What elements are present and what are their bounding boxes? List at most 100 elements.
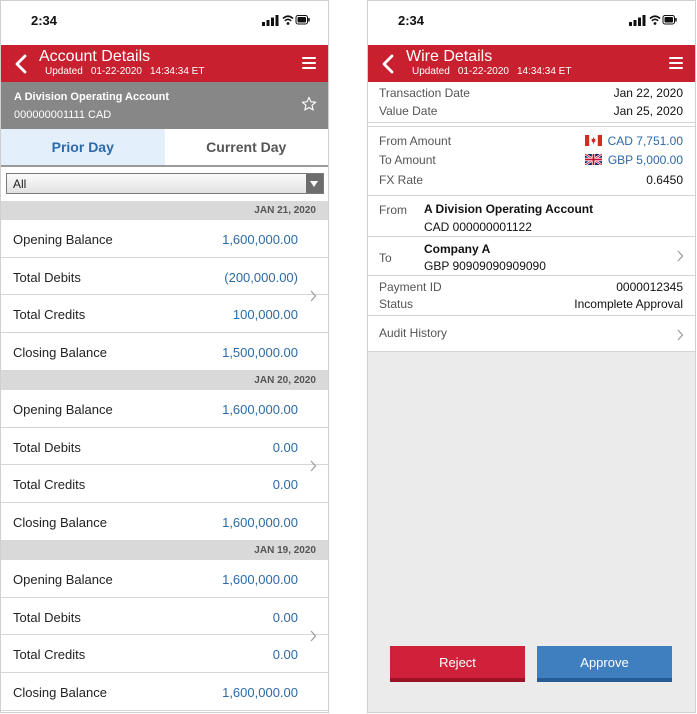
filter-select[interactable]: All [6,173,324,194]
from-amount-text: CAD 7,751.00 [607,134,683,148]
row-label: Total Debits [13,439,81,455]
value-date-label: Value Date [379,104,438,118]
payment-id-label: Payment ID [379,280,442,294]
account-banner: A Division Operating Account 00000000111… [1,82,328,129]
row-amount: 1,600,000.00 [222,402,298,417]
status-label: Status [379,297,414,311]
from-account-name: A Division Operating Account [424,202,594,216]
row-amount: 1,600,000.00 [222,685,298,701]
chevron-down-icon [306,174,323,193]
group-date: JAN 21, 2020 [1,201,328,220]
balance-group-jan-20[interactable]: JAN 20, 2020 Opening Balance 1,600,000.00… [1,371,328,541]
balance-row: Total Credits 100,000.00 [1,295,328,334]
row-label: Total Credits [13,307,86,323]
to-amount-text: GBP 5,000.00 [607,153,683,167]
payment-id-value: 0000012345 [616,280,683,294]
tab-current-day[interactable]: Current Day [164,129,328,165]
chevron-right-icon [677,329,684,341]
status-time: 2:34 [31,13,58,28]
balance-group-jan-19[interactable]: JAN 19, 2020 Opening Balance 1,600,000.00… [1,541,328,711]
account-details-screen: 2:34 Account Details Updated 01-22-2020 14… [0,0,329,713]
audit-history-row[interactable]: Audit History [368,316,695,352]
row-label: Opening Balance [13,572,113,587]
amounts-section: From Amount CAD 7,751.00 To Amount GBP 5… [368,126,695,196]
chevron-right-icon [310,290,317,302]
app-header: Wire Details Updated 01-22-2020 14:34:34 E… [368,45,695,82]
status-bar: 2:34 [1,1,328,45]
group-date: JAN 20, 2020 [1,371,328,390]
page-title: Wire Details [406,48,493,65]
status-time: 2:34 [398,13,425,28]
transaction-date-label: Transaction Date [379,86,470,100]
balance-row: Closing Balance 1,600,000.00 [1,673,328,711]
favorite-star-icon[interactable] [301,96,317,112]
audit-history-label: Audit History [379,326,448,340]
canada-flag-icon [584,135,602,146]
from-account-number: CAD 000000001122 [424,220,532,234]
updated-date: 01-22-2020 [90,66,142,77]
chevron-right-icon [677,250,684,262]
row-label: Total Credits [13,477,86,493]
account-name: A Division Operating Account [14,91,170,103]
group-date: JAN 19, 2020 [1,541,328,560]
balance-row: Opening Balance 1,600,000.00 [1,560,328,598]
balance-row: Total Debits 0.00 [1,598,328,636]
system-status-icons [629,15,677,26]
to-amount-label: To Amount [379,153,436,167]
updated-time: 14:34:34 ET [516,66,572,77]
to-label: To [379,251,392,265]
from-label: From [379,203,407,217]
back-arrow-icon[interactable] [376,51,402,77]
dates-section: Transaction Date Jan 22, 2020 Value Date… [368,82,695,123]
updated-label: Updated [45,66,83,77]
row-label: Total Credits [13,647,86,663]
day-tabs: Prior Day Current Day [1,129,328,167]
row-label: Total Debits [13,269,81,285]
balance-row: Total Debits 0.00 [1,428,328,466]
row-amount: 1,500,000.00 [222,345,298,361]
row-amount: 0.00 [272,477,298,493]
status-bar: 2:34 [368,1,695,45]
balance-row: Closing Balance 1,500,000.00 [1,333,328,371]
updated-label: Updated [412,66,450,77]
value-date-value: Jan 25, 2020 [613,104,683,118]
row-amount: 0.00 [272,439,298,455]
row-label: Closing Balance [13,685,107,701]
hamburger-menu-icon[interactable] [669,57,683,69]
chevron-right-icon [310,460,317,472]
balance-row: Total Credits 0.00 [1,635,328,674]
fx-rate-label: FX Rate [379,173,424,187]
row-amount: 100,000.00 [232,307,298,323]
row-label: Opening Balance [13,232,113,247]
updated-date: 01-22-2020 [457,66,509,77]
row-amount: 1,600,000.00 [222,232,298,247]
page-title: Account Details [39,48,151,65]
to-beneficiary-row[interactable]: To Company A GBP 90909090909090 [368,237,695,276]
row-amount: (200,000.00) [224,269,298,285]
balance-group-jan-21[interactable]: JAN 21, 2020 Opening Balance 1,600,000.00… [1,201,328,371]
account-number: 000000001111 CAD [14,109,112,121]
from-amount-label: From Amount [379,134,452,148]
balance-row: Total Debits (200,000.00) [1,258,328,296]
updated-timestamp: Updated 01-22-2020 14:34:34 ET [412,66,579,78]
balance-row: Opening Balance 1,600,000.00 [1,390,328,428]
beneficiary-name: Company A [424,242,491,256]
hamburger-menu-icon[interactable] [302,57,316,69]
row-label: Closing Balance [13,515,107,531]
reject-button[interactable]: Reject [390,646,525,682]
transaction-date-value: Jan 22, 2020 [613,86,683,100]
row-label: Closing Balance [13,345,107,361]
status-value: Incomplete Approval [574,297,683,311]
uk-flag-icon [584,154,602,165]
approve-button[interactable]: Approve [537,646,672,682]
from-account-section: From A Division Operating Account CAD 00… [368,196,695,237]
back-arrow-icon[interactable] [9,51,35,77]
tab-prior-day[interactable]: Prior Day [1,129,165,165]
from-amount-value: CAD 7,751.00 [584,134,683,148]
chevron-right-icon [310,630,317,642]
wire-details-screen: 2:34 Wire Details Updated 01-22-2020 14:34… [367,0,696,713]
balance-row: Total Credits 0.00 [1,465,328,504]
beneficiary-account: GBP 90909090909090 [424,259,546,273]
row-label: Opening Balance [13,402,113,417]
to-amount-value: GBP 5,000.00 [584,153,683,167]
